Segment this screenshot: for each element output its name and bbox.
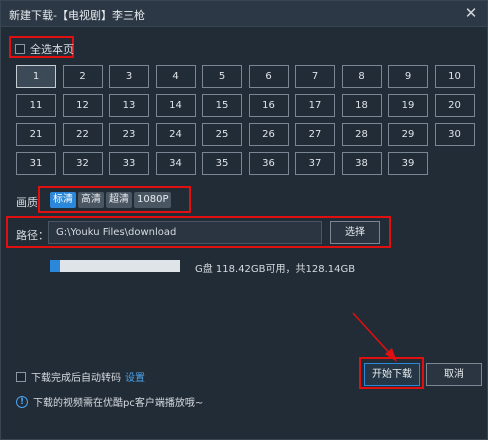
select-all-checkbox[interactable]: 全选本页	[15, 41, 74, 57]
close-icon[interactable]: ✕	[463, 5, 479, 21]
episode-button-2[interactable]: 2	[62, 65, 103, 88]
episode-button-12[interactable]: 12	[62, 94, 103, 117]
disk-usage-bar	[50, 260, 180, 272]
episode-button-34[interactable]: 34	[155, 152, 196, 175]
episode-button-18[interactable]: 18	[341, 94, 382, 117]
checkbox-icon[interactable]	[15, 44, 25, 54]
window-title: 新建下载-【电视剧】李三枪	[9, 9, 145, 22]
cancel-button[interactable]: 取消	[426, 363, 482, 386]
episode-button-13[interactable]: 13	[109, 94, 149, 117]
download-dialog: 新建下载-【电视剧】李三枪 ✕ 全选本页 1 2 3 4 5 6 7 8 9 10 11 12 13 14…	[0, 0, 488, 440]
episode-button-11[interactable]: 11	[16, 94, 56, 117]
select-all-label: 全选本页	[30, 43, 74, 56]
episode-button-3[interactable]: 3	[109, 65, 149, 88]
info-text: 下载的视频需在优酷pc客户端播放哦~	[33, 398, 204, 409]
episode-button-4[interactable]: 4	[155, 65, 196, 88]
episode-button-21[interactable]: 21	[16, 123, 56, 146]
info-message: ! 下载的视频需在优酷pc客户端播放哦~	[16, 394, 203, 409]
episode-button-30[interactable]: 30	[434, 123, 475, 146]
path-label: 路径：	[16, 229, 49, 242]
episode-button-25[interactable]: 25	[202, 123, 242, 146]
episode-button-22[interactable]: 22	[62, 123, 103, 146]
quality-option-1[interactable]: 高清	[78, 192, 104, 208]
episode-button-36[interactable]: 36	[248, 152, 289, 175]
episode-button-26[interactable]: 26	[248, 123, 289, 146]
settings-link[interactable]: 设置	[125, 369, 145, 384]
episode-button-35[interactable]: 35	[202, 152, 242, 175]
episode-button-33[interactable]: 33	[109, 152, 149, 175]
episode-button-15[interactable]: 15	[202, 94, 242, 117]
episode-button-37[interactable]: 37	[295, 152, 335, 175]
checkbox-icon[interactable]	[16, 371, 26, 382]
episode-button-23[interactable]: 23	[109, 123, 149, 146]
episode-button-28[interactable]: 28	[341, 123, 382, 146]
arrow-line	[352, 312, 394, 358]
disk-usage-text: G盘 118.42GB可用，共128.14GB	[195, 264, 356, 275]
episode-button-39[interactable]: 39	[388, 152, 428, 175]
auto-transcode-checkbox[interactable]: 下载完成后自动转码	[16, 369, 121, 384]
browse-button[interactable]: 选择	[330, 221, 380, 244]
title-bar[interactable]: 新建下载-【电视剧】李三枪 ✕	[1, 1, 487, 27]
quality-label: 画质	[16, 196, 38, 209]
quality-options: 标清 高清 超清 1080P	[50, 192, 172, 208]
episode-button-8[interactable]: 8	[341, 65, 382, 88]
episode-button-31[interactable]: 31	[16, 152, 56, 175]
episode-button-27[interactable]: 27	[295, 123, 335, 146]
disk-usage-fill	[50, 260, 60, 272]
episode-button-5[interactable]: 5	[202, 65, 242, 88]
episode-button-14[interactable]: 14	[155, 94, 196, 117]
episode-button-16[interactable]: 16	[248, 94, 289, 117]
quality-option-2[interactable]: 超清	[106, 192, 132, 208]
episode-button-1[interactable]: 1	[16, 65, 56, 88]
quality-option-0[interactable]: 标清	[50, 192, 76, 208]
episode-button-24[interactable]: 24	[155, 123, 196, 146]
auto-transcode-label: 下载完成后自动转码	[31, 373, 121, 384]
episode-button-20[interactable]: 20	[434, 94, 475, 117]
highlight-start	[359, 357, 424, 389]
episode-button-32[interactable]: 32	[62, 152, 103, 175]
episode-button-19[interactable]: 19	[388, 94, 428, 117]
quality-option-3[interactable]: 1080P	[134, 192, 172, 208]
episode-button-9[interactable]: 9	[388, 65, 428, 88]
info-icon: !	[16, 395, 28, 408]
episode-button-29[interactable]: 29	[388, 123, 428, 146]
episode-button-10[interactable]: 10	[434, 65, 475, 88]
episode-button-6[interactable]: 6	[248, 65, 289, 88]
path-input[interactable]: G:\Youku Files\download	[48, 221, 322, 244]
episode-button-17[interactable]: 17	[295, 94, 335, 117]
episode-button-38[interactable]: 38	[341, 152, 382, 175]
episode-button-7[interactable]: 7	[295, 65, 335, 88]
